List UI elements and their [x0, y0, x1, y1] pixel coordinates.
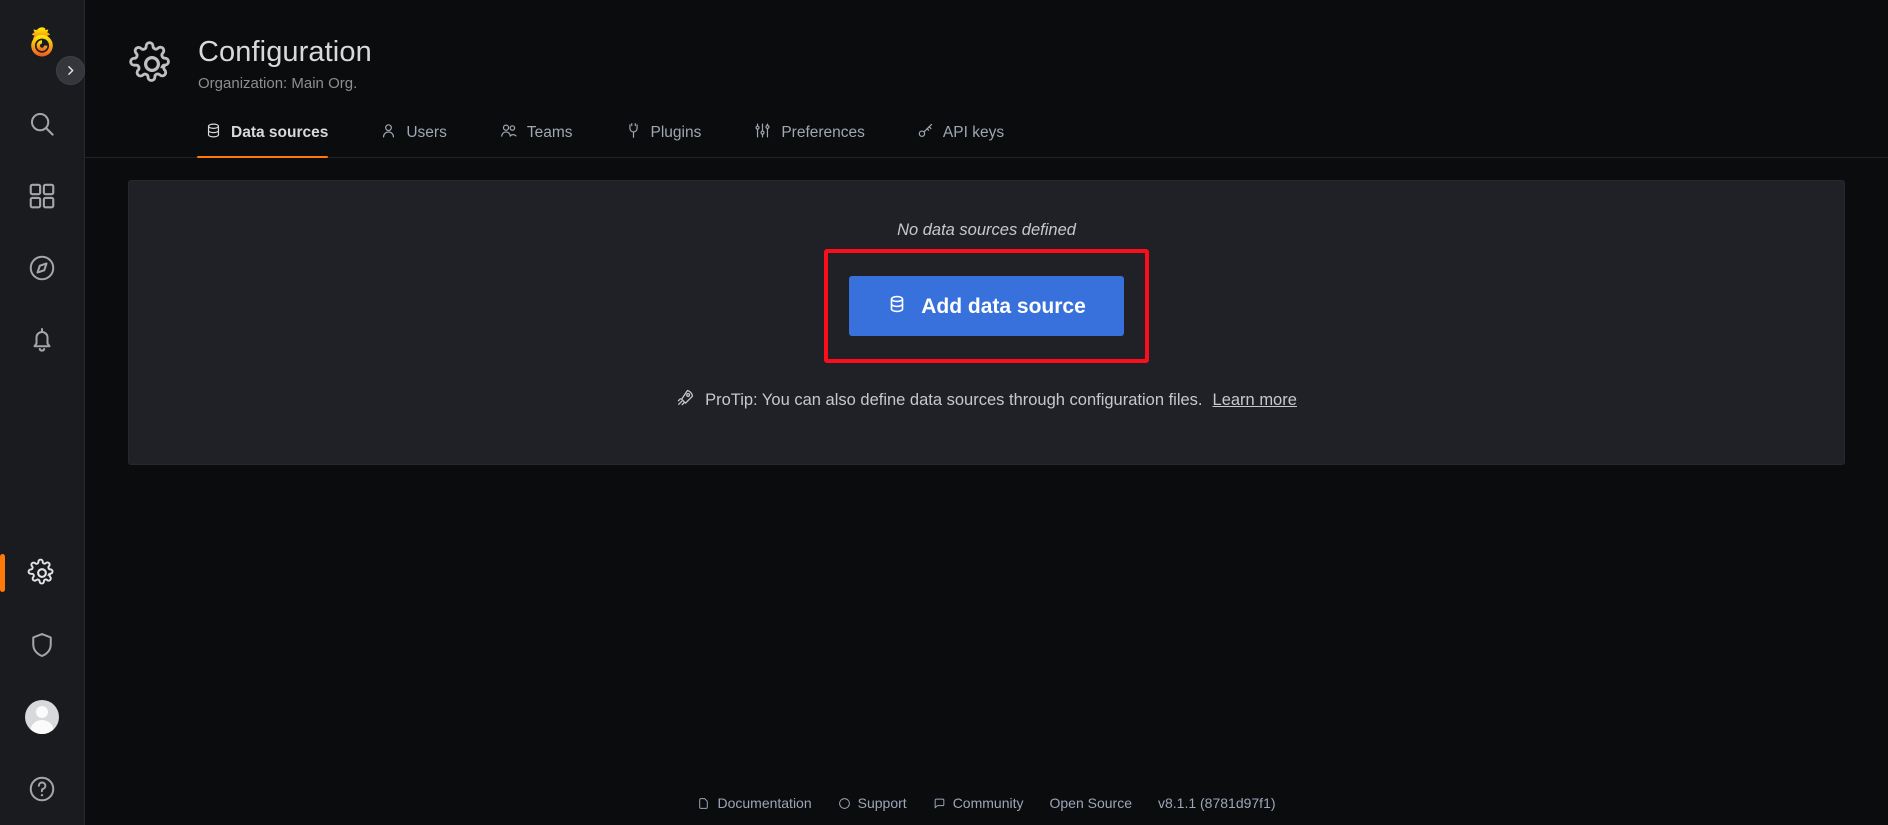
add-data-source-wrapper: Add data source [824, 249, 1149, 364]
sidebar-item-server-admin[interactable] [0, 609, 85, 681]
bell-icon [27, 325, 57, 355]
rocket-icon [676, 388, 695, 412]
tab-label: Plugins [650, 124, 702, 142]
help-icon [27, 774, 57, 804]
add-data-source-button[interactable]: Add data source [849, 276, 1124, 337]
data-sources-empty-panel: No data sources defined Add data source [128, 180, 1845, 466]
footer-item-support[interactable]: Support [838, 795, 907, 811]
footer-item-community[interactable]: Community [933, 795, 1023, 811]
sidebar-item-configuration[interactable] [0, 537, 85, 609]
grafana-app: Configuration Organization: Main Org. Da… [0, 0, 1888, 825]
configuration-tabs: Data sources Users Teams Plugins Prefere… [85, 114, 1888, 159]
users-icon [499, 122, 518, 144]
tab-users[interactable]: Users [372, 114, 468, 157]
chevron-right-icon [68, 66, 74, 75]
tab-data-sources[interactable]: Data sources [197, 114, 350, 159]
database-icon [205, 122, 222, 144]
sidebar-item-explore[interactable] [0, 232, 85, 304]
main-navigation-sidebar [0, 0, 85, 825]
plug-icon [625, 122, 642, 144]
sidebar-item-dashboards[interactable] [0, 160, 85, 232]
expand-sidebar-button[interactable] [56, 56, 85, 85]
footer-item-open-source[interactable]: Open Source [1049, 795, 1132, 811]
sidebar-item-help[interactable] [0, 753, 85, 825]
footer-item-version: v8.1.1 (8781d97f1) [1157, 795, 1276, 811]
sliders-icon [753, 122, 772, 144]
search-icon [27, 109, 57, 139]
apps-grid-icon [27, 181, 57, 211]
sidebar-item-search[interactable] [0, 88, 85, 160]
page-subtitle: Organization: Main Org. [198, 75, 358, 93]
tab-label: Users [406, 124, 447, 142]
key-icon [917, 122, 934, 144]
database-icon [887, 294, 907, 318]
add-data-source-label: Add data source [921, 294, 1086, 318]
tab-label: Teams [526, 124, 573, 142]
tab-plugins[interactable]: Plugins [617, 114, 724, 157]
compass-icon [27, 253, 57, 283]
tab-content: No data sources defined Add data source [85, 158, 1888, 781]
protip-row: ProTip: You can also define data sources… [676, 388, 1297, 412]
gear-icon [128, 40, 176, 88]
avatar [25, 700, 59, 734]
tab-api-keys[interactable]: API keys [909, 114, 1026, 157]
comments-icon [934, 798, 945, 808]
grafana-logo[interactable] [20, 22, 64, 66]
sidebar-item-alerting[interactable] [0, 304, 85, 376]
page-header: Configuration Organization: Main Org. [85, 0, 1888, 92]
sidebar-item-profile[interactable] [0, 681, 85, 753]
shield-icon [27, 630, 57, 660]
main-content-area: Configuration Organization: Main Org. Da… [85, 0, 1888, 825]
tab-label: Data sources [231, 124, 329, 142]
user-icon [380, 122, 397, 144]
page-footer: Documentation Support Community Open Sou… [85, 781, 1888, 825]
tab-label: API keys [942, 124, 1005, 142]
tab-teams[interactable]: Teams [491, 114, 595, 157]
page-title: Configuration [198, 36, 372, 68]
page-title-block: Configuration Organization: Main Org. [198, 34, 372, 92]
protip-text: ProTip: You can also define data sources… [705, 390, 1203, 409]
question-icon [838, 797, 850, 809]
tab-preferences[interactable]: Preferences [745, 114, 887, 157]
empty-state-message: No data sources defined [897, 221, 1076, 240]
tab-label: Preferences [781, 124, 865, 142]
footer-item-documentation[interactable]: Documentation [697, 795, 812, 811]
document-icon [699, 797, 709, 809]
gear-icon [27, 558, 57, 588]
learn-more-link[interactable]: Learn more [1213, 391, 1297, 410]
